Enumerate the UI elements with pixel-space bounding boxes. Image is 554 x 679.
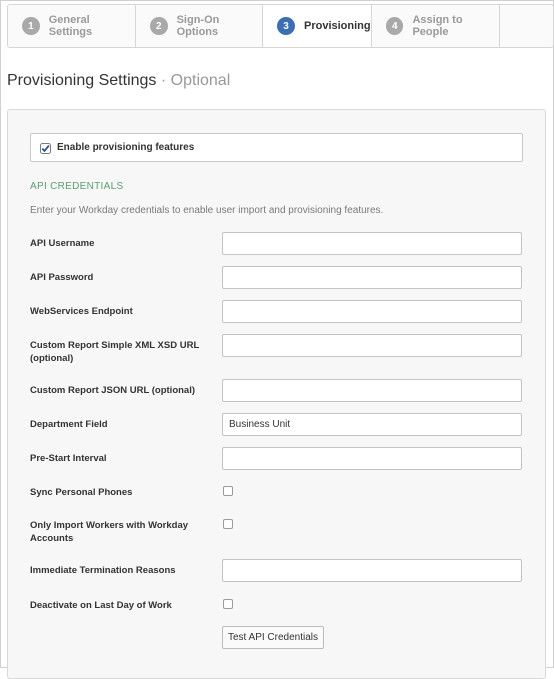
deactivate-last-day-label: Deactivate on Last Day of Work xyxy=(30,600,172,611)
custom-report-json-label: Custom Report JSON URL (optional) xyxy=(30,385,196,396)
only-import-workers-checkbox[interactable] xyxy=(223,519,233,529)
api-credentials-description: Enter your Workday credentials to enable… xyxy=(30,205,384,216)
api-username-label: API Username xyxy=(30,238,95,249)
sync-personal-phones-checkbox[interactable] xyxy=(223,486,233,496)
step-number: 2 xyxy=(150,17,168,35)
step-assign-to-people[interactable]: 4 Assign to People xyxy=(372,5,500,47)
wizard-steps: 1 General Settings 2 Sign-On Options 3 P… xyxy=(7,4,554,48)
step-general-settings[interactable]: 1 General Settings xyxy=(8,5,136,47)
webservices-endpoint-input[interactable] xyxy=(222,300,522,323)
pre-start-interval-label: Pre-Start Interval xyxy=(30,453,107,464)
step-number: 3 xyxy=(277,17,295,35)
webservices-endpoint-label: WebServices Endpoint xyxy=(30,306,133,317)
page-title-text: Provisioning Settings xyxy=(7,72,157,89)
step-label: Assign to People xyxy=(412,14,463,38)
immediate-termination-input[interactable] xyxy=(222,559,522,582)
department-field-input[interactable] xyxy=(222,413,522,436)
custom-report-xsd-label: Custom Report Simple XML XSD URL (option… xyxy=(30,340,200,364)
checked-checkbox-icon[interactable] xyxy=(40,142,51,154)
department-field-label: Department Field xyxy=(30,419,108,430)
api-password-input[interactable] xyxy=(222,266,522,289)
step-label: Sign-On Options xyxy=(176,14,220,38)
immediate-termination-label: Immediate Termination Reasons xyxy=(30,565,176,576)
provisioning-panel: Enable provisioning features API CREDENT… xyxy=(7,109,546,679)
api-password-label: API Password xyxy=(30,272,94,283)
deactivate-last-day-checkbox[interactable] xyxy=(223,599,233,609)
step-provisioning[interactable]: 3 Provisioning xyxy=(263,5,372,47)
step-sign-on-options[interactable]: 2 Sign-On Options xyxy=(136,5,263,47)
pre-start-interval-input[interactable] xyxy=(222,447,522,470)
custom-report-json-input[interactable] xyxy=(222,379,522,402)
api-credentials-heading: API CREDENTIALS xyxy=(30,181,124,192)
test-api-credentials-button[interactable]: Test API Credentials xyxy=(222,626,324,649)
enable-provisioning-label: Enable provisioning features xyxy=(57,142,195,153)
step-label: General Settings xyxy=(48,14,93,38)
api-username-input[interactable] xyxy=(222,232,522,255)
page-title: Provisioning Settings · Optional xyxy=(7,72,230,90)
custom-report-xsd-input[interactable] xyxy=(222,334,522,357)
enable-provisioning-toggle[interactable]: Enable provisioning features xyxy=(30,133,523,162)
step-label: Provisioning xyxy=(304,20,371,32)
step-number: 4 xyxy=(386,17,404,35)
only-import-workers-label: Only Import Workers with Workday Account… xyxy=(30,520,189,544)
page-title-suffix: · Optional xyxy=(160,72,231,89)
sync-personal-phones-label: Sync Personal Phones xyxy=(30,487,133,498)
step-number: 1 xyxy=(22,17,40,35)
